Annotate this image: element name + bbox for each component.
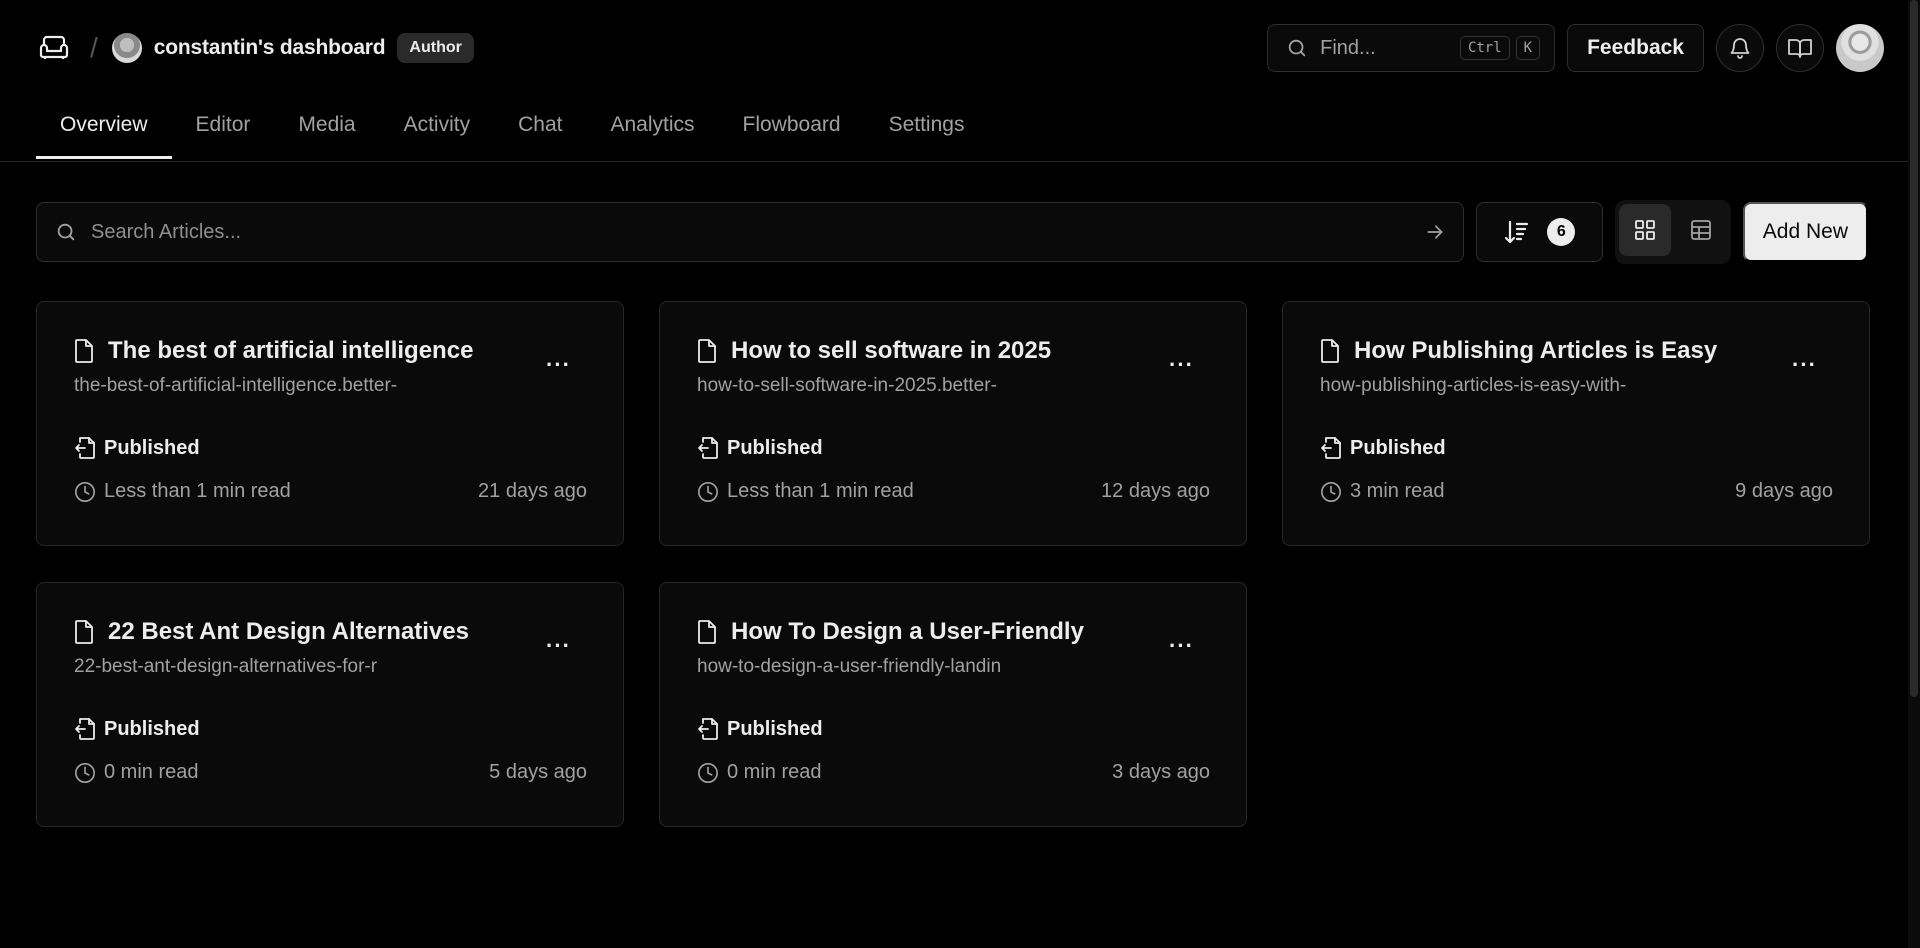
- tab-editor[interactable]: Editor: [172, 92, 275, 158]
- breadcrumb-separator: /: [90, 32, 98, 63]
- file-icon: [74, 620, 94, 644]
- article-slug: 22-best-ant-design-alternatives-for-r: [74, 656, 378, 677]
- file-icon: [697, 339, 717, 363]
- more-options-icon[interactable]: ···: [1792, 352, 1817, 378]
- article-age: 9 days ago: [1735, 480, 1833, 502]
- tab-analytics[interactable]: Analytics: [586, 92, 718, 158]
- published-file-icon: [74, 436, 96, 460]
- article-card[interactable]: How To Design a User-Friendly ··· how-to…: [659, 582, 1247, 827]
- role-badge: Author: [397, 33, 474, 63]
- user-avatar[interactable]: [1836, 24, 1884, 72]
- book-open-icon[interactable]: [1776, 24, 1824, 72]
- page-scrollbar[interactable]: [1908, 0, 1920, 948]
- article-status: Published: [1350, 436, 1446, 459]
- article-status: Published: [104, 717, 200, 740]
- tab-chat[interactable]: Chat: [494, 92, 586, 158]
- top-right-actions: Find... Ctrl K Feedback: [1267, 24, 1884, 72]
- main-tabs: Overview Editor Media Activity Chat Anal…: [0, 96, 1920, 162]
- article-slug: how-publishing-articles-is-easy-with-: [1320, 375, 1627, 396]
- file-icon: [74, 339, 94, 363]
- article-age: 12 days ago: [1101, 480, 1210, 502]
- clock-icon: [1320, 481, 1342, 503]
- read-time: Less than 1 min read: [727, 480, 914, 502]
- published-file-icon: [1320, 436, 1342, 460]
- view-mode-toggle: [1614, 200, 1731, 264]
- article-title[interactable]: The best of artificial intelligence: [108, 337, 473, 365]
- article-slug: the-best-of-artificial-intelligence.bett…: [74, 375, 398, 396]
- tab-activity[interactable]: Activity: [380, 92, 495, 158]
- arrow-right-icon[interactable]: [1425, 222, 1445, 242]
- clock-icon: [697, 481, 719, 503]
- article-status: Published: [104, 436, 200, 459]
- more-options-icon[interactable]: ···: [546, 352, 571, 378]
- clock-icon: [74, 762, 96, 784]
- article-status: Published: [727, 717, 823, 740]
- more-options-icon[interactable]: ···: [1169, 352, 1194, 378]
- feedback-button[interactable]: Feedback: [1567, 24, 1704, 72]
- article-age: 21 days ago: [478, 480, 587, 502]
- top-bar: / constantin's dashboard Author Find... …: [0, 0, 1920, 96]
- published-file-icon: [74, 717, 96, 741]
- article-card[interactable]: The best of artificial intelligence ··· …: [36, 301, 624, 546]
- articles-toolbar: 6 Add New: [36, 200, 1868, 264]
- grid-view-icon[interactable]: [1618, 204, 1671, 256]
- team-name[interactable]: constantin's dashboard: [154, 36, 386, 60]
- article-card[interactable]: 22 Best Ant Design Alternatives ··· 22-b…: [36, 582, 624, 827]
- search-icon: [1286, 37, 1308, 59]
- article-title[interactable]: How To Design a User-Friendly: [731, 618, 1084, 646]
- shortcut-key-k: K: [1515, 36, 1541, 60]
- team-avatar[interactable]: [111, 33, 142, 63]
- find-placeholder: Find...: [1320, 36, 1376, 59]
- tab-settings[interactable]: Settings: [865, 92, 989, 158]
- articles-grid: The best of artificial intelligence ··· …: [36, 301, 1870, 827]
- published-file-icon: [697, 717, 719, 741]
- read-time: 0 min read: [727, 761, 822, 783]
- add-new-button[interactable]: Add New: [1742, 202, 1868, 262]
- find-search-box[interactable]: Find... Ctrl K: [1267, 24, 1556, 72]
- sort-descending-icon: [1503, 219, 1529, 245]
- file-icon: [697, 620, 717, 644]
- article-card[interactable]: How Publishing Articles is Easy ··· how-…: [1282, 301, 1870, 546]
- read-time: 3 min read: [1350, 480, 1445, 502]
- shortcut-key-ctrl: Ctrl: [1459, 36, 1510, 60]
- read-time: 0 min read: [104, 761, 199, 783]
- article-title[interactable]: How Publishing Articles is Easy: [1354, 337, 1717, 365]
- bell-icon[interactable]: [1716, 24, 1764, 72]
- article-search-box: [36, 202, 1464, 262]
- article-status: Published: [727, 436, 823, 459]
- article-card[interactable]: How to sell software in 2025 ··· how-to-…: [659, 301, 1247, 546]
- table-view-icon[interactable]: [1675, 204, 1727, 256]
- sofa-icon[interactable]: [36, 30, 72, 66]
- clock-icon: [74, 481, 96, 503]
- sort-count-badge: 6: [1547, 218, 1576, 246]
- scrollbar-thumb[interactable]: [1910, 0, 1918, 697]
- file-icon: [1320, 339, 1340, 363]
- read-time: Less than 1 min read: [104, 480, 291, 502]
- article-age: 3 days ago: [1112, 761, 1210, 783]
- article-slug: how-to-design-a-user-friendly-landin: [697, 656, 1002, 677]
- article-search-input[interactable]: [91, 220, 1425, 244]
- search-icon: [55, 221, 77, 243]
- more-options-icon[interactable]: ···: [546, 633, 571, 659]
- tab-flowboard[interactable]: Flowboard: [719, 92, 865, 158]
- article-title[interactable]: 22 Best Ant Design Alternatives: [108, 618, 469, 646]
- sort-button[interactable]: 6: [1475, 202, 1603, 262]
- article-slug: how-to-sell-software-in-2025.better-: [697, 375, 997, 396]
- article-age: 5 days ago: [489, 761, 587, 783]
- published-file-icon: [697, 436, 719, 460]
- article-title[interactable]: How to sell software in 2025: [731, 337, 1051, 365]
- tab-media[interactable]: Media: [274, 92, 379, 158]
- more-options-icon[interactable]: ···: [1169, 633, 1194, 659]
- clock-icon: [697, 762, 719, 784]
- tab-overview[interactable]: Overview: [36, 92, 172, 159]
